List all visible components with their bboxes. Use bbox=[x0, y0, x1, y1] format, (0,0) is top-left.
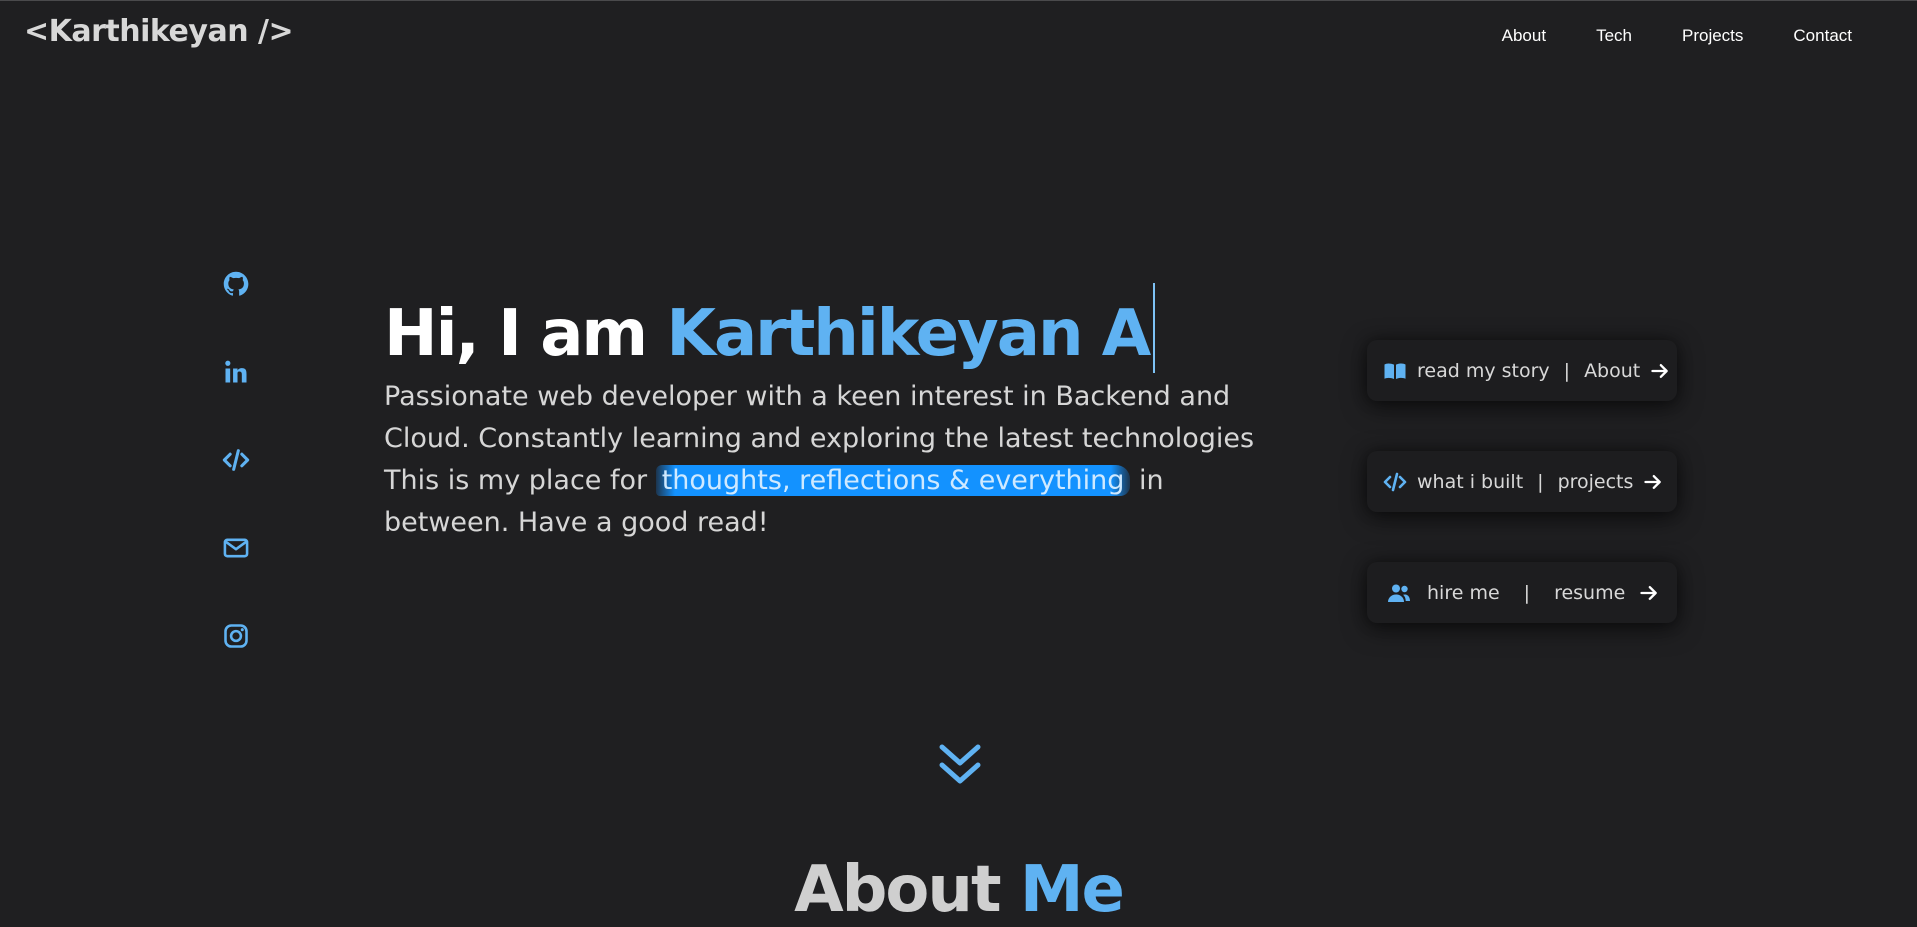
social-links bbox=[222, 270, 250, 650]
mail-icon[interactable] bbox=[222, 534, 250, 562]
instagram-icon[interactable] bbox=[222, 622, 250, 650]
top-border bbox=[0, 0, 1917, 1]
typing-caret bbox=[1153, 283, 1156, 373]
nav-tech[interactable]: Tech bbox=[1571, 24, 1657, 48]
card-resume[interactable]: hire me | resume bbox=[1367, 562, 1677, 623]
book-icon bbox=[1383, 359, 1407, 383]
code-icon[interactable] bbox=[222, 446, 250, 474]
hero-line2-before: This is my place for bbox=[384, 465, 656, 496]
card-about[interactable]: read my story | About bbox=[1367, 340, 1677, 401]
arrow-right-icon bbox=[1650, 361, 1670, 381]
card-about-link: About bbox=[1584, 359, 1641, 382]
nav-contact[interactable]: Contact bbox=[1768, 24, 1877, 48]
nav-about[interactable]: About bbox=[1477, 24, 1571, 48]
about-heading-word1: About bbox=[794, 853, 1001, 927]
nav-projects[interactable]: Projects bbox=[1657, 24, 1768, 48]
hero-name: Karthikeyan A bbox=[666, 297, 1151, 371]
hero-line1: Passionate web developer with a keen int… bbox=[384, 381, 1255, 454]
hero-title: Hi, I am Karthikeyan A bbox=[384, 283, 1156, 373]
card-resume-link: resume bbox=[1554, 581, 1626, 604]
main-nav: About Tech Projects Contact bbox=[1477, 24, 1877, 48]
code-icon bbox=[1383, 470, 1407, 494]
card-separator: | bbox=[1563, 359, 1571, 382]
site-logo[interactable]: <Karthikeyan /> bbox=[24, 14, 294, 49]
card-projects-link: projects bbox=[1557, 470, 1634, 493]
users-icon bbox=[1387, 581, 1411, 605]
hero-greeting: Hi, I am bbox=[384, 297, 648, 371]
highlighted-phrase: thoughts, reflections & everything bbox=[655, 465, 1131, 496]
arrow-right-icon bbox=[1639, 583, 1659, 603]
hero-description: Passionate web developer with a keen int… bbox=[384, 376, 1264, 544]
quick-links: read my story | About what i built | pro… bbox=[1367, 340, 1677, 623]
card-about-label: read my story bbox=[1417, 359, 1550, 382]
linkedin-icon[interactable] bbox=[222, 358, 250, 386]
card-separator: | bbox=[1537, 470, 1544, 493]
about-heading: About Me bbox=[0, 858, 1917, 922]
card-projects-label: what i built bbox=[1417, 470, 1524, 493]
about-heading-word2: Me bbox=[1019, 853, 1125, 927]
card-separator: | bbox=[1523, 581, 1531, 604]
github-icon[interactable] bbox=[222, 270, 250, 298]
card-resume-label: hire me bbox=[1427, 581, 1500, 604]
card-projects[interactable]: what i built | projects bbox=[1367, 451, 1677, 512]
arrow-right-icon bbox=[1643, 472, 1663, 492]
hero-line2: This is my place for thoughts, reflectio… bbox=[384, 460, 1264, 544]
scroll-down-icon[interactable] bbox=[938, 743, 982, 787]
